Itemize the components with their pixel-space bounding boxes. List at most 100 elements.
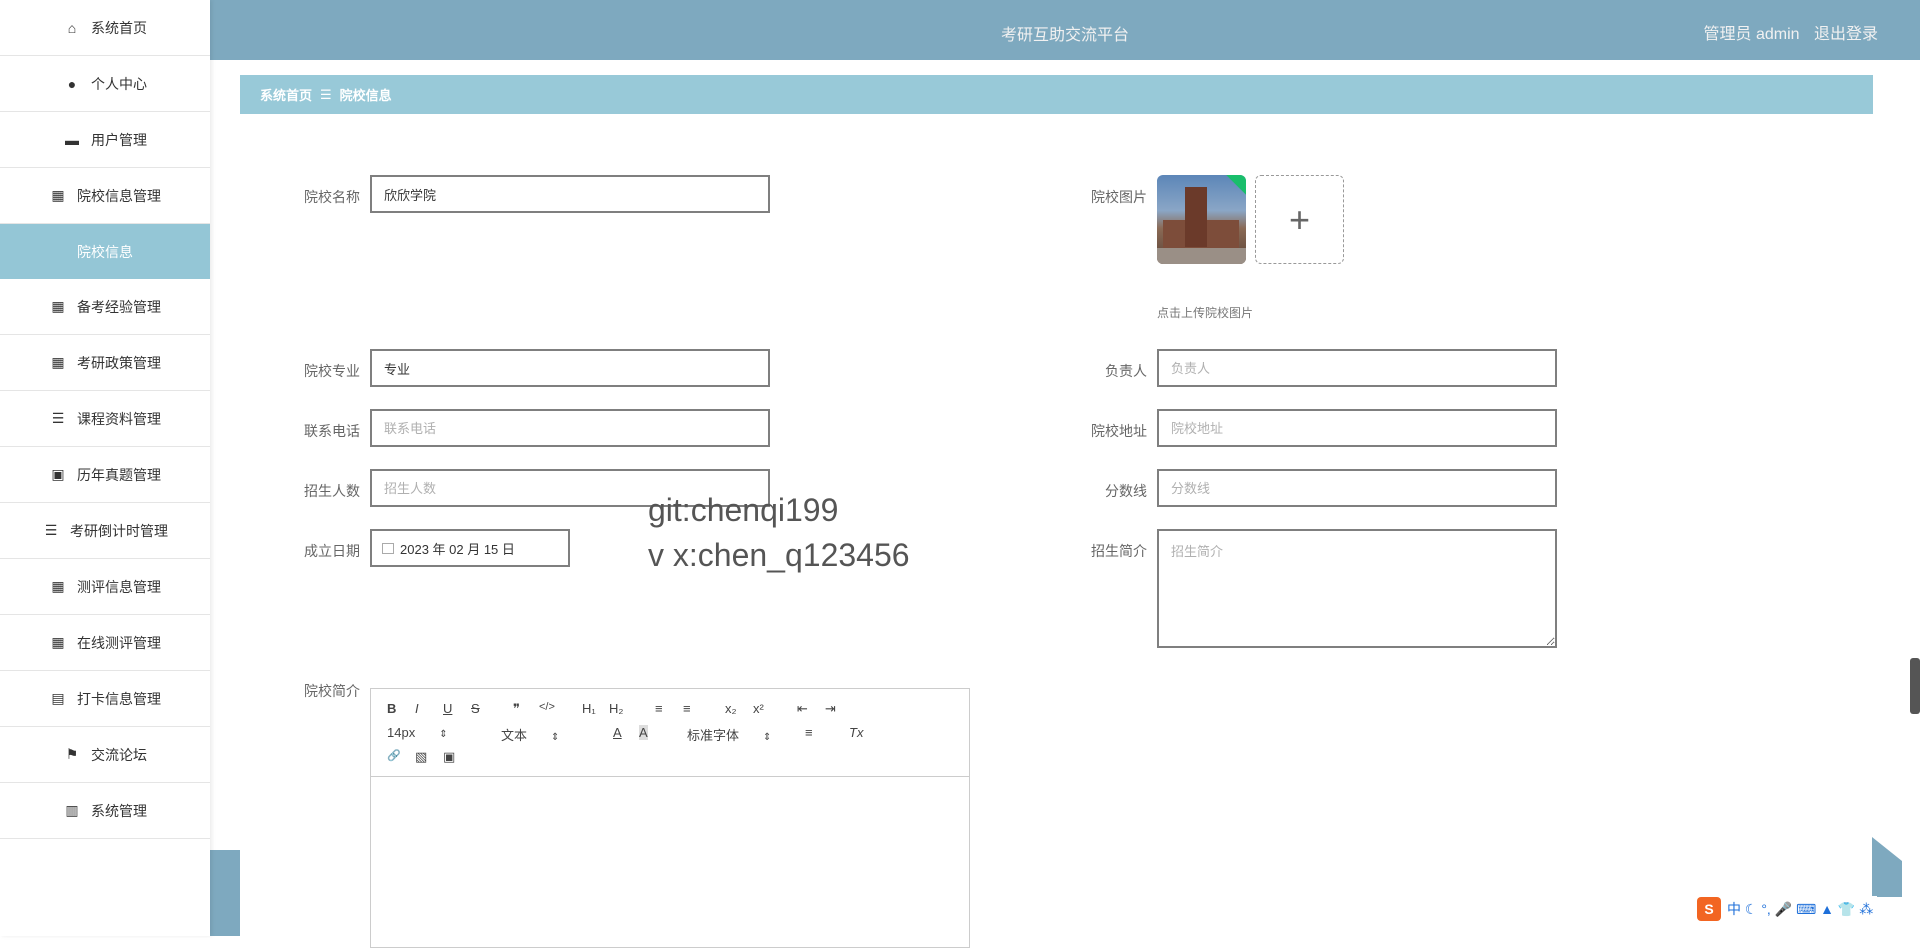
- sidebar-item-4[interactable]: 院校信息: [0, 224, 210, 279]
- sidebar-item-1[interactable]: ● 个人中心: [0, 56, 210, 112]
- clipboard-icon: ▤: [51, 690, 65, 706]
- sidebar-item-8[interactable]: ▣ 历年真题管理: [0, 447, 210, 503]
- sidebar-item-0[interactable]: ⌂ 系统首页: [0, 0, 210, 56]
- quote-icon[interactable]: ❞: [513, 701, 520, 717]
- background-color-icon[interactable]: A: [639, 725, 648, 740]
- breadcrumb-current: 院校信息: [339, 88, 392, 103]
- user-icon: ●: [67, 75, 77, 92]
- sidebar-item-label: 历年真题管理: [77, 466, 161, 483]
- underline-button[interactable]: U: [443, 701, 452, 716]
- score-label: 分数线: [1105, 483, 1147, 499]
- image-ground: [1157, 248, 1246, 264]
- clear-format-icon[interactable]: Tx: [849, 725, 863, 740]
- name-label: 院校名称: [304, 189, 360, 205]
- outdent-icon[interactable]: ⇤: [797, 701, 808, 717]
- username: 管理员 admin: [1703, 26, 1800, 43]
- sidebar-item-7[interactable]: ☰ 课程资料管理: [0, 391, 210, 447]
- align-icon[interactable]: ≡: [805, 725, 813, 740]
- strike-button[interactable]: S: [471, 701, 480, 716]
- sidebar-item-14[interactable]: ▥ 系统管理: [0, 783, 210, 839]
- enroll-label: 招生人数: [304, 483, 360, 499]
- editor-toolbar: B I U S ❞ </> H₁ H₂ ≡ ≡ x₂ x² ⇤ ⇥ 14px 文…: [371, 689, 969, 777]
- sidebar-item-label: 课程资料管理: [77, 410, 161, 427]
- intro-field[interactable]: [1157, 529, 1557, 648]
- user-area: 管理员 admin 退出登录: [1694, 20, 1879, 44]
- sidebar-item-9[interactable]: ☰ 考研倒计时管理: [0, 503, 210, 559]
- bullet-list-icon[interactable]: ≡: [683, 701, 691, 716]
- watermark-line-2: v x:chen_q123456: [648, 537, 910, 573]
- sidebar-item-label: 打卡信息管理: [77, 690, 161, 707]
- font-family-select[interactable]: 标准字体: [687, 725, 771, 744]
- ime-status: 中 ☾ °, 🎤 ⌨ ▲ 👕 ⁂: [1727, 901, 1874, 917]
- superscript-button[interactable]: x²: [753, 701, 764, 716]
- college-image[interactable]: [1157, 175, 1246, 264]
- sidebar-item-3[interactable]: ▦ 院校信息管理: [0, 168, 210, 224]
- sidebar-item-6[interactable]: ▦ 考研政策管理: [0, 335, 210, 391]
- editor-content[interactable]: [371, 777, 969, 949]
- logout-link[interactable]: 退出登录: [1814, 26, 1878, 43]
- sidebar-item-13[interactable]: ⚑ 交流论坛: [0, 727, 210, 783]
- desc-label: 院校简介: [304, 683, 360, 699]
- major-label: 院校专业: [304, 363, 360, 379]
- scrollbar-thumb[interactable]: [1910, 658, 1920, 714]
- uploaded-check-icon: [1226, 175, 1246, 195]
- sidebar-item-label: 在线测评管理: [77, 634, 161, 651]
- sidebar-item-label: 交流论坛: [91, 746, 147, 763]
- phone-field[interactable]: [370, 409, 770, 447]
- sidebar-item-label: 用户管理: [91, 131, 147, 148]
- score-field[interactable]: [1157, 469, 1557, 507]
- breadcrumb-home[interactable]: 系统首页: [260, 85, 312, 104]
- sidebar-item-label: 考研政策管理: [77, 354, 161, 371]
- watermark-line-1: git:chenqi199: [648, 492, 839, 528]
- date-value: 2023 年 02 月 15 日: [400, 541, 515, 557]
- sidebar-item-12[interactable]: ▤ 打卡信息管理: [0, 671, 210, 727]
- link-icon[interactable]: 🔗: [387, 749, 401, 762]
- date-label: 成立日期: [304, 543, 360, 559]
- sidebar-decoration: [210, 850, 240, 936]
- sidebar-item-label: 测评信息管理: [77, 578, 161, 595]
- sidebar-item-label: 备考经验管理: [77, 298, 161, 315]
- sidebar-item-5[interactable]: ▦ 备考经验管理: [0, 279, 210, 335]
- address-field[interactable]: [1157, 409, 1557, 447]
- video-icon[interactable]: ▣: [443, 749, 455, 765]
- code-icon[interactable]: </>: [539, 701, 555, 713]
- font-color-icon[interactable]: A: [613, 725, 622, 740]
- corner-decoration: [1872, 837, 1902, 897]
- grid-icon: ▦: [51, 634, 65, 650]
- intro-label: 招生简介: [1091, 543, 1147, 559]
- sidebar-item-10[interactable]: ▦ 测评信息管理: [0, 559, 210, 615]
- date-picker[interactable]: 2023 年 02 月 15 日: [370, 529, 570, 567]
- manager-label: 负责人: [1105, 363, 1147, 379]
- ime-toolbar[interactable]: S 中 ☾ °, 🎤 ⌨ ▲ 👕 ⁂: [1693, 896, 1878, 922]
- h2-button[interactable]: H₂: [609, 701, 623, 716]
- name-field[interactable]: [370, 175, 770, 213]
- upload-hint: 点击上传院校图片: [1157, 306, 1254, 320]
- grid-icon: ▦: [51, 187, 65, 203]
- breadcrumb: 系统首页 ☰ 院校信息: [240, 75, 1873, 114]
- ime-logo-icon: S: [1697, 897, 1721, 921]
- italic-button[interactable]: I: [415, 701, 419, 716]
- font-size-select[interactable]: 14px: [387, 725, 448, 740]
- manager-field[interactable]: [1157, 349, 1557, 387]
- sidebar-item-2[interactable]: ▬ 用户管理: [0, 112, 210, 168]
- list-icon: ☰: [51, 410, 65, 426]
- sidebar-item-label: 系统首页: [91, 19, 147, 36]
- address-label: 院校地址: [1091, 423, 1147, 439]
- major-field[interactable]: [370, 349, 770, 387]
- sidebar-item-label: 院校信息: [77, 243, 133, 260]
- image-icon[interactable]: ▧: [415, 749, 427, 765]
- sidebar-item-label: 院校信息管理: [77, 187, 161, 204]
- ordered-list-icon[interactable]: ≡: [655, 701, 663, 716]
- sidebar-item-label: 个人中心: [91, 75, 147, 92]
- top-bar: 考研互助交流平台 管理员 admin 退出登录: [210, 0, 1920, 60]
- app-title: 考研互助交流平台: [1000, 27, 1129, 44]
- indent-icon[interactable]: ⇥: [825, 701, 836, 717]
- book-icon: ▥: [65, 802, 79, 818]
- bold-button[interactable]: B: [387, 701, 396, 716]
- subscript-button[interactable]: x₂: [725, 701, 737, 716]
- image-label: 院校图片: [1091, 189, 1147, 205]
- h1-button[interactable]: H₁: [582, 701, 596, 716]
- sidebar-item-11[interactable]: ▦ 在线测评管理: [0, 615, 210, 671]
- format-select[interactable]: 文本: [501, 725, 559, 744]
- upload-button[interactable]: +: [1255, 175, 1344, 264]
